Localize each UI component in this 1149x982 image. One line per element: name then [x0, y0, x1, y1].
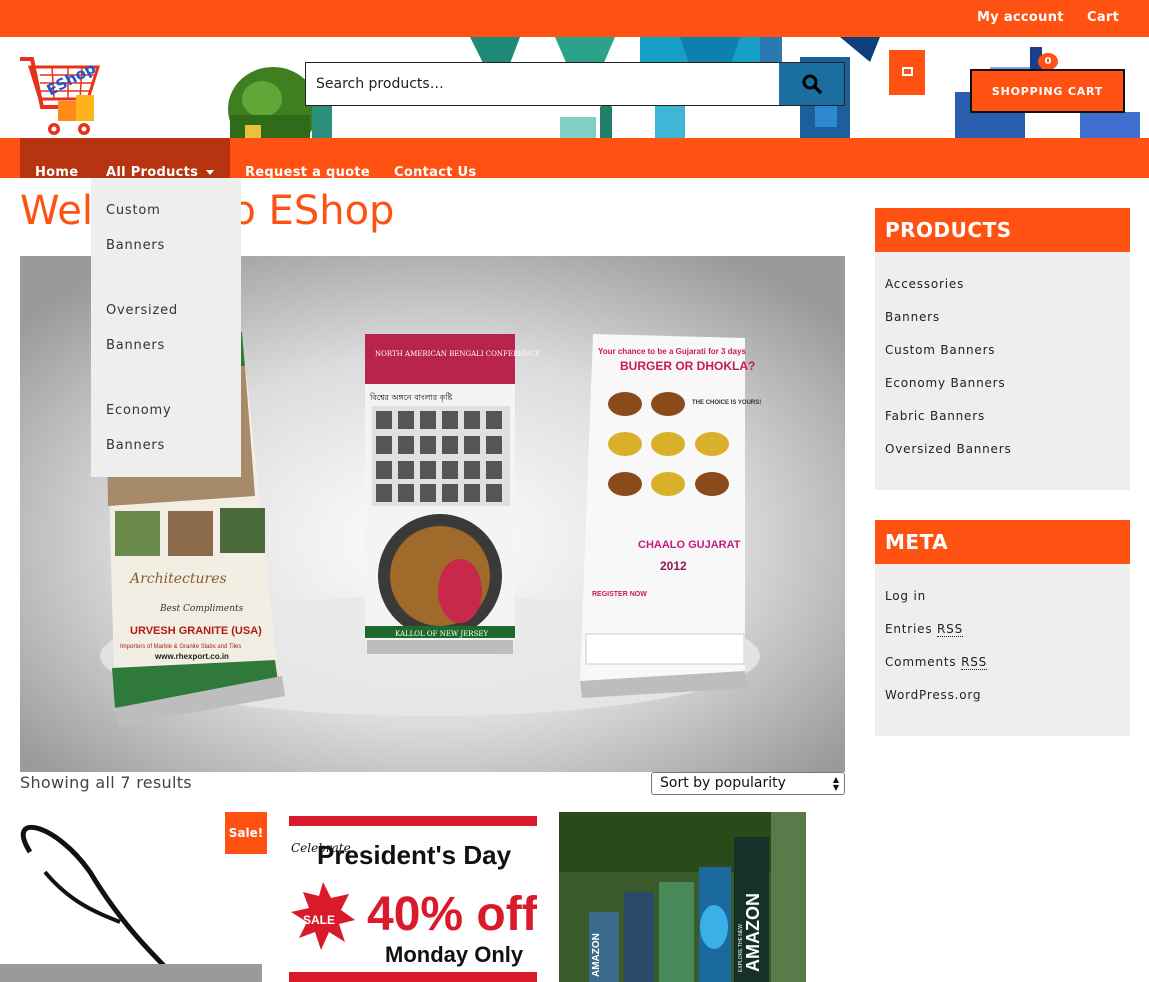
dropdown-item-economy[interactable]: Economy [106, 393, 226, 428]
search-button[interactable] [779, 63, 844, 105]
select-arrows-icon: ▲ ▼ [832, 775, 839, 792]
meta-wordpress-link[interactable]: WordPress.org [885, 679, 1130, 712]
center-banner-headline: NORTH AMERICAN BENGALI CONFERENCE [375, 350, 540, 358]
meta-comments-label: Comments [885, 655, 957, 669]
p3-flag-amazon-large: AMAZON [743, 893, 763, 972]
right-banner-event: CHAALO GUJARAT [638, 539, 741, 551]
sidebar-item-custom-banners[interactable]: Custom Banners [885, 334, 1130, 367]
left-banner-subline: Importers of Marble & Granite Slabs and … [120, 644, 241, 650]
my-account-link[interactable]: My account [977, 10, 1064, 25]
right-banner-choice: THE CHOICE IS YOURS! [692, 400, 761, 406]
wishlist-toggle-button[interactable] [889, 50, 925, 95]
product-thumbnail-presidents-day[interactable]: Celebrate President's Day SALE 40% off M… [289, 812, 537, 982]
dropdown-item-custom[interactable]: Custom [106, 193, 226, 228]
sidebar-item-economy-banners[interactable]: Economy Banners [885, 367, 1130, 400]
cart-count-badge: 0 [1038, 53, 1058, 70]
caret-down-icon [206, 170, 215, 175]
search-form [305, 62, 845, 106]
cart-link[interactable]: Cart [1087, 10, 1119, 25]
all-products-dropdown: Custom Banners Oversized Banners Economy… [91, 178, 241, 477]
search-input[interactable] [306, 63, 779, 105]
p2-line3: Monday Only [385, 942, 524, 967]
rss-abbr: RSS [937, 622, 964, 637]
dropdown-item-economy-banners[interactable]: Banners [106, 428, 226, 463]
results-count: Showing all 7 results [20, 773, 192, 792]
eshop-logo[interactable]: EShop [18, 55, 104, 138]
search-icon [802, 74, 822, 94]
nav-contact-us[interactable]: Contact Us [394, 165, 476, 180]
sort-selected-value: Sort by popularity [660, 775, 786, 791]
right-rollup-banner: Your chance to be a Gujarati for 3 days … [580, 334, 761, 698]
meta-widget-title: META [875, 520, 1130, 564]
center-rollup-banner: NORTH AMERICAN BENGALI CONFERENCE বিশ্বে… [365, 334, 540, 654]
meta-login-link[interactable]: Log in [885, 580, 1130, 613]
sidebar-item-fabric-banners[interactable]: Fabric Banners [885, 400, 1130, 433]
rss-abbr: RSS [961, 655, 988, 670]
header-band: EShop 0 SHOPPING CART [0, 37, 1149, 138]
dropdown-item-oversized-banners[interactable]: Banners [106, 328, 226, 363]
left-banner-url: www.rhexport.co.in [154, 652, 229, 661]
center-banner-bengali: বিশ্বের অঙ্গনে বাংলার কৃষ্টি [369, 393, 453, 402]
square-icon [902, 67, 913, 76]
center-banner-footer: KALLOL OF NEW JERSEY [395, 630, 488, 638]
sidebar-item-accessories[interactable]: Accessories [885, 268, 1130, 301]
nav-home[interactable]: Home [35, 165, 78, 180]
left-banner-script: Architectures [128, 571, 227, 587]
meta-widget: META Log in Entries RSS Comments RSS Wor… [875, 520, 1130, 736]
meta-entries-label: Entries [885, 622, 933, 636]
p3-flag-amazon-small: AMAZON [591, 933, 602, 977]
p2-line1: President's Day [317, 840, 512, 870]
product-thumbnail-amazon-banners[interactable]: AMAZON EXPLORE THE NEW AMAZON [559, 812, 806, 982]
sidebar-item-banners[interactable]: Banners [885, 301, 1130, 334]
dropdown-item-oversized[interactable]: Oversized [106, 293, 226, 328]
meta-comments-rss-link[interactable]: Comments RSS [885, 646, 1130, 679]
p2-sale-badge: SALE [303, 913, 335, 927]
products-widget-title: PRODUCTS [875, 208, 1130, 252]
nav-request-quote[interactable]: Request a quote [245, 165, 370, 180]
sidebar-item-oversized-banners[interactable]: Oversized Banners [885, 433, 1130, 466]
top-bar: My account Cart [0, 0, 1149, 37]
dropdown-item-custom-banners[interactable]: Banners [106, 228, 226, 263]
right-banner-headline: BURGER OR DHOKLA? [620, 359, 755, 373]
shopping-cart-button[interactable]: SHOPPING CART [970, 69, 1125, 113]
products-widget: PRODUCTS Accessories Banners Custom Bann… [875, 208, 1130, 490]
right-banner-top: Your chance to be a Gujarati for 3 days [598, 347, 746, 356]
right-banner-register: REGISTER NOW [592, 591, 647, 598]
p2-pct: 40% off [367, 888, 537, 941]
left-banner-compliments: Best Compliments [159, 604, 244, 614]
meta-entries-rss-link[interactable]: Entries RSS [885, 613, 1130, 646]
p3-flag-subtitle: EXPLORE THE NEW [738, 924, 744, 972]
sale-badge: Sale! [225, 812, 267, 854]
right-banner-year: 2012 [660, 559, 687, 573]
sort-select[interactable]: Sort by popularity ▲ ▼ [651, 772, 845, 795]
left-banner-headline: URVESH GRANITE (USA) [130, 625, 262, 637]
